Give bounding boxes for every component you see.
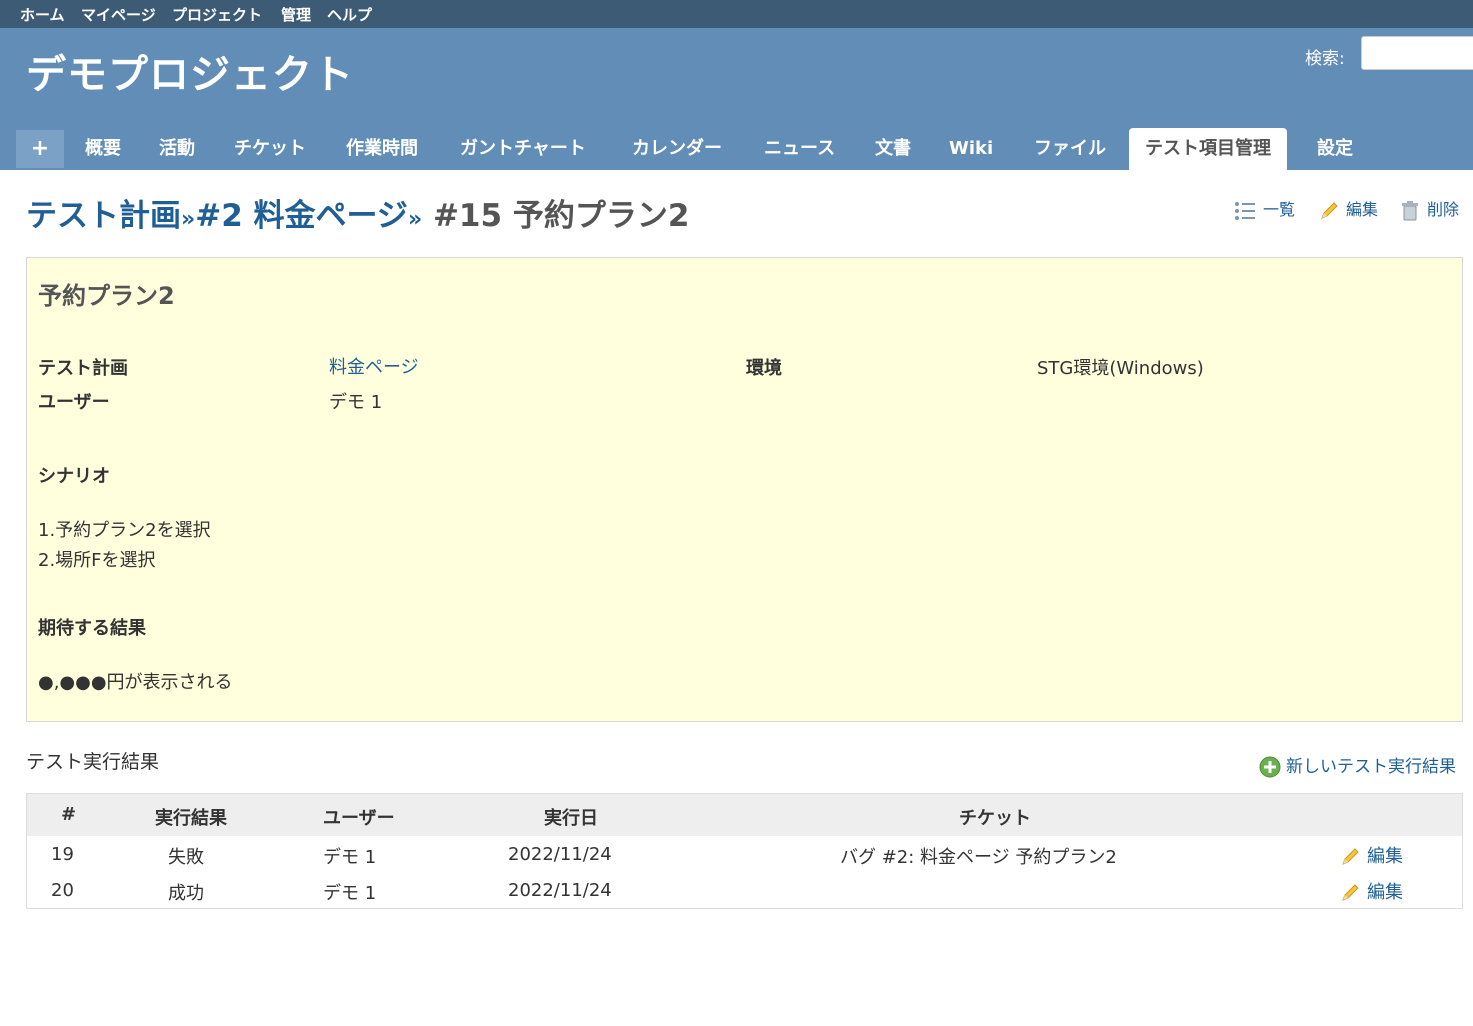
top-menu-my-page[interactable]: マイページ — [81, 4, 156, 25]
tab-issues[interactable]: チケット — [234, 128, 306, 170]
tab-documents[interactable]: 文書 — [875, 128, 911, 170]
scenario-step: 1.予約プラン2を選択 — [38, 520, 211, 541]
tab-activity[interactable]: 活動 — [159, 128, 195, 170]
test-plan-link[interactable]: 料金ページ — [329, 353, 419, 379]
top-menu-projects[interactable]: プロジェクト — [172, 4, 262, 25]
column-result[interactable]: 実行結果 — [155, 804, 227, 830]
tab-calendar[interactable]: カレンダー — [632, 128, 722, 170]
user-label: ユーザー — [38, 392, 110, 413]
result-status: 失敗 — [168, 847, 204, 868]
pencil-icon — [1321, 201, 1338, 219]
search-label: 検索: — [1305, 49, 1345, 69]
breadcrumb-separator: » — [407, 207, 423, 232]
result-status: 成功 — [168, 883, 204, 904]
result-edit-label: 編集 — [1367, 846, 1403, 867]
page-title: テスト計画»#2 料金ページ» #15 予約プラン2 — [26, 190, 689, 235]
test-case-details: 予約プラン2 テスト計画 料金ページ 環境 STG環境(Windows) ユーザ… — [26, 257, 1463, 722]
page-title-text: #15 予約プラン2 — [432, 198, 690, 234]
result-edit-link[interactable]: 編集 — [1339, 842, 1403, 868]
header: デモプロジェクト 検索: + 概要 活動 チケット 作業時間 ガントチャート カ… — [0, 28, 1473, 170]
tab-files[interactable]: ファイル — [1034, 128, 1106, 170]
result-id-link[interactable]: 19 — [51, 844, 74, 865]
result-id-link[interactable]: 20 — [51, 880, 74, 901]
column-id[interactable]: # — [61, 804, 76, 825]
delete-label: 削除 — [1427, 200, 1460, 219]
result-ticket-link[interactable]: バグ #2: 料金ページ 予約プラン2 — [840, 843, 1117, 869]
breadcrumb-test-plan-page[interactable]: #2 料金ページ — [195, 198, 408, 234]
new-test-result-link[interactable]: 新しいテスト実行結果 — [1258, 752, 1456, 779]
column-date[interactable]: 実行日 — [544, 804, 598, 830]
column-user[interactable]: ユーザー — [323, 804, 395, 830]
trash-icon — [1402, 200, 1418, 220]
column-ticket[interactable]: チケット — [959, 804, 1031, 830]
delete-link[interactable]: 削除 — [1399, 196, 1459, 222]
tab-settings[interactable]: 設定 — [1317, 128, 1353, 170]
scenario-label: シナリオ — [38, 466, 110, 487]
add-icon — [1259, 756, 1281, 778]
list-link[interactable]: 一覧 — [1233, 196, 1295, 222]
list-label: 一覧 — [1263, 200, 1296, 219]
top-menu-home[interactable]: ホーム — [20, 4, 65, 25]
tab-time-entries[interactable]: 作業時間 — [346, 128, 418, 170]
tab-test-management[interactable]: テスト項目管理 — [1129, 128, 1287, 170]
result-user: デモ 1 — [323, 883, 377, 904]
result-user: デモ 1 — [323, 847, 377, 868]
tab-overview[interactable]: 概要 — [85, 128, 121, 170]
edit-label: 編集 — [1346, 200, 1379, 219]
result-edit-link[interactable]: 編集 — [1339, 878, 1403, 904]
result-edit-label: 編集 — [1367, 882, 1403, 903]
environment-label: 環境 — [746, 358, 782, 379]
expected-result-label: 期待する結果 — [38, 618, 146, 639]
pencil-icon — [1342, 884, 1359, 901]
new-object-button[interactable]: + — [16, 130, 64, 168]
result-date: 2022/11/24 — [508, 844, 612, 865]
search-input[interactable] — [1361, 36, 1473, 70]
test-results-table: # 実行結果 ユーザー 実行日 チケット 19 失敗 デモ 1 2022/11/… — [26, 793, 1463, 909]
pencil-icon — [1342, 848, 1359, 865]
test-plan-label: テスト計画 — [38, 358, 128, 379]
breadcrumb-test-plan[interactable]: テスト計画 — [26, 198, 181, 234]
new-test-result-label: 新しいテスト実行結果 — [1286, 757, 1456, 777]
project-title: デモプロジェクト — [26, 52, 354, 98]
breadcrumb-separator: » — [181, 207, 196, 232]
table-header: # 実行結果 ユーザー 実行日 チケット — [27, 794, 1462, 836]
top-menu-help[interactable]: ヘルプ — [327, 4, 372, 25]
tab-news[interactable]: ニュース — [764, 128, 835, 170]
test-case-subject: 予約プラン2 — [38, 282, 175, 310]
user-value: デモ 1 — [329, 392, 383, 413]
top-menu-admin[interactable]: 管理 — [281, 4, 311, 25]
tab-gantt[interactable]: ガントチャート — [460, 128, 586, 170]
test-results-title: テスト実行結果 — [26, 751, 160, 773]
tab-wiki[interactable]: Wiki — [949, 128, 993, 170]
edit-link[interactable]: 編集 — [1318, 196, 1378, 222]
environment-value: STG環境(Windows) — [1037, 358, 1204, 379]
expected-result-value: ●,●●●円が表示される — [38, 672, 233, 693]
list-icon — [1235, 201, 1255, 220]
result-date: 2022/11/24 — [508, 880, 612, 901]
scenario-step: 2.場所Fを選択 — [38, 550, 156, 571]
top-menu: ホーム マイページ プロジェクト 管理 ヘルプ — [0, 0, 1473, 28]
